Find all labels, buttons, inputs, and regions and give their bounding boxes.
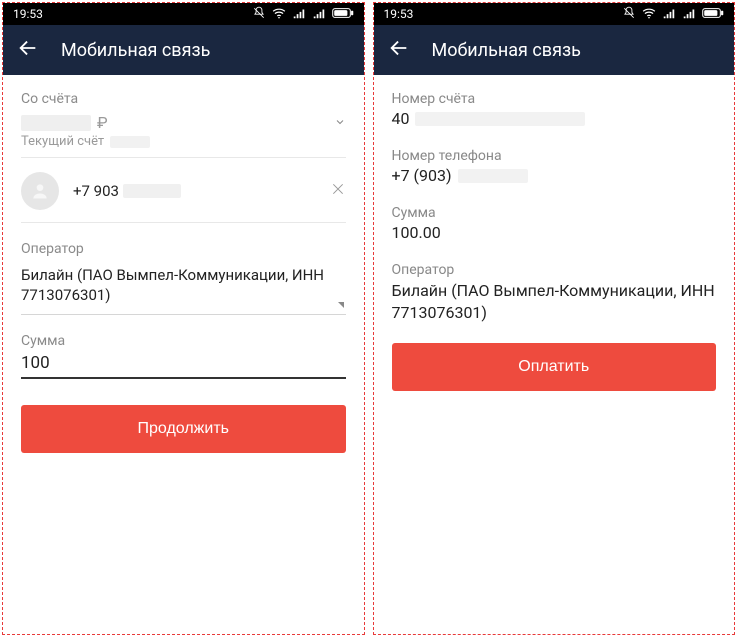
account-balance-redacted [21,115,91,131]
wifi-icon [272,6,286,23]
from-account-label: Со счёта [21,91,346,107]
continue-button[interactable]: Продолжить [21,405,346,453]
operator-value: Билайн (ПАО Вымпел-Коммуникации, ИНН 771… [392,280,717,323]
phone-value: +7 (903) [392,166,717,185]
battery-icon [332,7,354,22]
app-bar: Мобильная связь [3,25,364,75]
signal-icon-2 [682,6,696,23]
pay-button[interactable]: Оплатить [392,343,717,391]
phone-screen-left: 19:53 Мобильная связь Со счёта ₽ Текущий… [2,2,365,635]
operator-value: Билайн (ПАО Вымпел-Коммуникации, ИНН 771… [21,265,346,306]
account-type-row: Текущий счёт [21,134,346,149]
mute-icon [252,6,266,23]
clear-button[interactable] [330,181,346,201]
account-number-value: 40 [392,109,717,128]
account-number-label: Номер счёта [392,91,717,107]
sum-label: Сумма [392,205,717,221]
phone-suffix-redacted [458,169,528,183]
operator-label: Оператор [392,262,717,278]
sum-input[interactable]: 100 [21,353,346,379]
app-bar: Мобильная связь [374,25,735,75]
mute-icon [622,6,636,23]
account-number-redacted [110,136,150,148]
account-selector[interactable]: ₽ [21,113,346,132]
status-bar: 19:53 [374,3,735,25]
phone-suffix-redacted [123,184,181,198]
status-bar: 19:53 [3,3,364,25]
operator-select[interactable]: Билайн (ПАО Вымпел-Коммуникации, ИНН 771… [21,261,346,315]
signal-icon-2 [312,6,326,23]
page-title: Мобильная связь [432,40,581,61]
sum-value: 100 [21,353,346,373]
back-button[interactable] [17,37,39,63]
operator-label: Оператор [21,241,346,257]
sum-value: 100.00 [392,223,717,242]
phone-screen-right: 19:53 Мобильная связь Номер счёта 40 Ном… [373,2,736,635]
phone-label: Номер телефона [392,148,717,164]
divider [21,157,346,158]
battery-icon [702,7,724,22]
account-type-label: Текущий счёт [21,134,104,149]
chevron-down-icon [334,113,346,132]
phone-input-row[interactable]: +7 903 [21,172,346,223]
dropdown-triangle-icon [338,302,344,308]
wifi-icon [642,6,656,23]
contact-avatar-icon [21,172,59,210]
back-button[interactable] [388,37,410,63]
currency-sign: ₽ [97,113,108,132]
phone-number-display: +7 903 [73,182,316,200]
form-content: Со счёта ₽ Текущий счёт +7 903 Оператор [3,75,364,634]
signal-icon [662,6,676,23]
sum-label: Сумма [21,333,346,349]
account-number-redacted [415,112,585,126]
status-time: 19:53 [384,7,414,21]
page-title: Мобильная связь [61,40,210,61]
signal-icon [292,6,306,23]
status-time: 19:53 [13,7,43,21]
confirm-content: Номер счёта 40 Номер телефона +7 (903) С… [374,75,735,634]
